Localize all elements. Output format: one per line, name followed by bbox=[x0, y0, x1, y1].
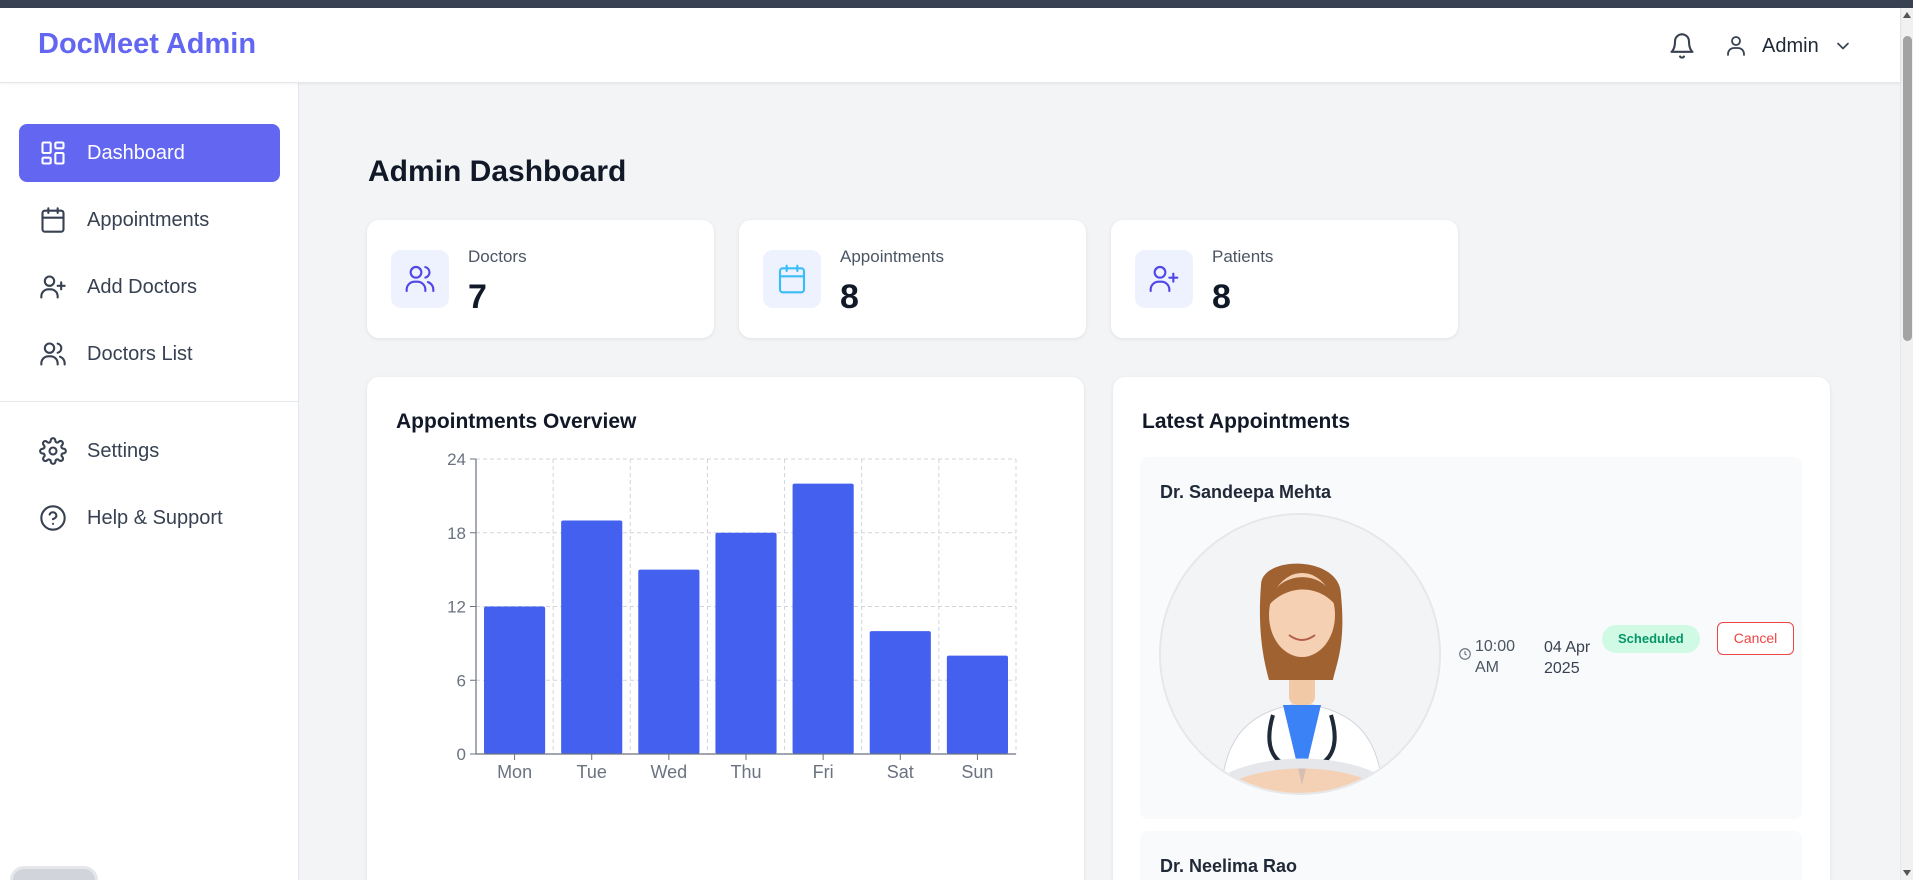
appointment-card: Dr. Sandeepa Mehta 10:00 AM 04 Apr 2025 … bbox=[1140, 457, 1802, 819]
stat-value: 8 bbox=[1212, 278, 1231, 316]
x-tick-label: Fri bbox=[813, 762, 834, 782]
sidebar-divider bbox=[0, 401, 299, 402]
doctor-avatar bbox=[1159, 513, 1441, 795]
sidebar-item-label: Help & Support bbox=[87, 506, 223, 529]
bar bbox=[946, 655, 1008, 754]
stat-card-patients: Patients 8 bbox=[1111, 220, 1458, 338]
stat-card-appointments: Appointments 8 bbox=[739, 220, 1086, 338]
page-title: Admin Dashboard bbox=[368, 155, 627, 188]
gear-icon bbox=[39, 437, 67, 465]
appointment-card: Dr. Neelima Rao bbox=[1140, 831, 1802, 880]
main-content: Admin Dashboard Doctors 7 Appointments 8 bbox=[300, 83, 1900, 880]
x-tick-label: Tue bbox=[577, 762, 607, 782]
panel-title: Latest Appointments bbox=[1142, 410, 1351, 433]
help-circle-icon bbox=[40, 505, 66, 531]
appointments-overview-panel: Appointments Overview 0 6 12 18 24 Mon Tue Wed T… bbox=[367, 377, 1084, 880]
doctor-name: Dr. Neelima Rao bbox=[1160, 856, 1298, 876]
user-plus-icon bbox=[1149, 265, 1179, 293]
stat-value: 8 bbox=[840, 278, 859, 316]
bar bbox=[869, 631, 931, 754]
bar bbox=[792, 483, 854, 754]
user-name: Admin bbox=[1762, 34, 1819, 57]
sidebar-item-doctors-list[interactable]: Doctors List bbox=[19, 325, 280, 383]
brand-logo[interactable]: DocMeet Admin bbox=[38, 28, 256, 61]
appointment-date: 04 Apr 2025 bbox=[1544, 639, 1591, 677]
stat-icon-box bbox=[1135, 250, 1193, 308]
y-tick-label: 12 bbox=[447, 598, 466, 617]
x-tick-label: Thu bbox=[730, 762, 761, 782]
user-plus-icon bbox=[40, 275, 66, 299]
page-scrollbar[interactable] bbox=[1900, 8, 1913, 880]
appointment-time: 10:00 AM bbox=[1475, 638, 1516, 676]
bar bbox=[638, 569, 700, 754]
sidebar-item-dashboard[interactable]: Dashboard bbox=[19, 124, 280, 182]
stat-icon-box bbox=[391, 250, 449, 308]
x-tick-label: Mon bbox=[497, 762, 532, 782]
sidebar-item-label: Doctors List bbox=[87, 342, 193, 365]
users-icon bbox=[405, 265, 435, 293]
calendar-icon bbox=[41, 207, 65, 233]
sidebar-item-label: Dashboard bbox=[87, 141, 185, 164]
sidebar-item-label: Add Doctors bbox=[87, 275, 198, 298]
panel-title: Appointments Overview bbox=[396, 410, 637, 433]
x-tick-label: Wed bbox=[651, 762, 688, 782]
bar bbox=[484, 606, 546, 754]
y-tick-label: 0 bbox=[457, 745, 466, 764]
x-tick-label: Sun bbox=[961, 762, 993, 782]
scroll-thumb[interactable] bbox=[1903, 36, 1912, 341]
user-icon bbox=[1727, 36, 1745, 56]
appointments-bar-chart: 0 6 12 18 24 Mon Tue Wed Thu Fri Sat Sun bbox=[447, 450, 1017, 782]
sidebar-item-help[interactable]: Help & Support bbox=[19, 489, 280, 547]
stat-value: 7 bbox=[468, 278, 487, 316]
cancel-button[interactable]: Cancel bbox=[1717, 622, 1794, 655]
sidebar: Dashboard Appointments Add Doctors Docto… bbox=[0, 83, 299, 880]
browser-top-strip bbox=[0, 0, 1913, 8]
scroll-up-arrow[interactable] bbox=[1903, 12, 1911, 18]
stat-icon-box bbox=[763, 250, 821, 308]
doctor-photo bbox=[1161, 515, 1439, 793]
sidebar-item-add-doctors[interactable]: Add Doctors bbox=[19, 258, 280, 316]
scroll-down-arrow[interactable] bbox=[1903, 870, 1911, 876]
y-tick-label: 18 bbox=[447, 524, 466, 543]
top-header: DocMeet Admin Admin bbox=[0, 8, 1900, 83]
users-icon bbox=[40, 342, 66, 366]
sidebar-item-label: Appointments bbox=[87, 208, 210, 231]
bar bbox=[715, 532, 777, 754]
stat-label: Appointments bbox=[840, 247, 944, 266]
chevron-down-icon bbox=[1836, 42, 1849, 50]
user-menu[interactable]: Admin bbox=[1724, 32, 1853, 60]
y-tick-label: 24 bbox=[447, 450, 466, 469]
status-badge: Scheduled bbox=[1602, 625, 1700, 653]
clock-icon bbox=[1459, 648, 1471, 660]
latest-appointments-panel: Latest Appointments Dr. Sandeepa Mehta 1… bbox=[1113, 377, 1830, 880]
stat-card-doctors: Doctors 7 bbox=[367, 220, 714, 338]
stat-label: Doctors bbox=[468, 247, 527, 266]
floating-toggle[interactable] bbox=[10, 866, 98, 880]
bell-icon[interactable] bbox=[1668, 32, 1696, 60]
sidebar-item-appointments[interactable]: Appointments bbox=[19, 191, 280, 249]
stat-label: Patients bbox=[1212, 247, 1274, 266]
dashboard-icon bbox=[41, 141, 65, 165]
x-tick-label: Sat bbox=[887, 762, 914, 782]
y-tick-label: 6 bbox=[457, 671, 466, 690]
doctor-name: Dr. Sandeepa Mehta bbox=[1160, 482, 1332, 502]
sidebar-item-settings[interactable]: Settings bbox=[19, 422, 280, 480]
bar bbox=[561, 520, 623, 754]
calendar-icon bbox=[778, 264, 806, 294]
sidebar-item-label: Settings bbox=[87, 439, 160, 462]
